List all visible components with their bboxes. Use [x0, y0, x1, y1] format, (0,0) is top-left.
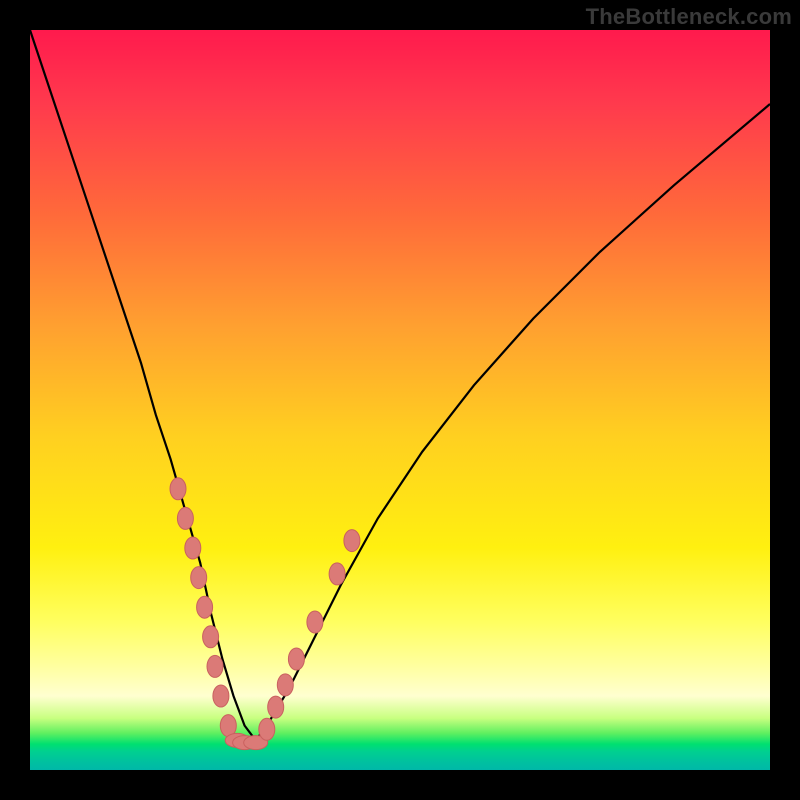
curve-marker [288, 648, 304, 670]
curve-marker [207, 655, 223, 677]
curve-marker [259, 718, 275, 740]
chart-svg [30, 30, 770, 770]
marker-group [170, 478, 360, 750]
curve-marker [277, 674, 293, 696]
watermark-label: TheBottleneck.com [586, 4, 792, 30]
curve-marker [268, 696, 284, 718]
curve-marker [170, 478, 186, 500]
curve-marker [213, 685, 229, 707]
bottleneck-curve [30, 30, 770, 740]
curve-marker [185, 537, 201, 559]
curve-marker [191, 567, 207, 589]
chart-frame [30, 30, 770, 770]
curve-marker [197, 596, 213, 618]
curve-marker [329, 563, 345, 585]
curve-marker [307, 611, 323, 633]
curve-marker [177, 507, 193, 529]
curve-marker [203, 626, 219, 648]
curve-marker [344, 530, 360, 552]
